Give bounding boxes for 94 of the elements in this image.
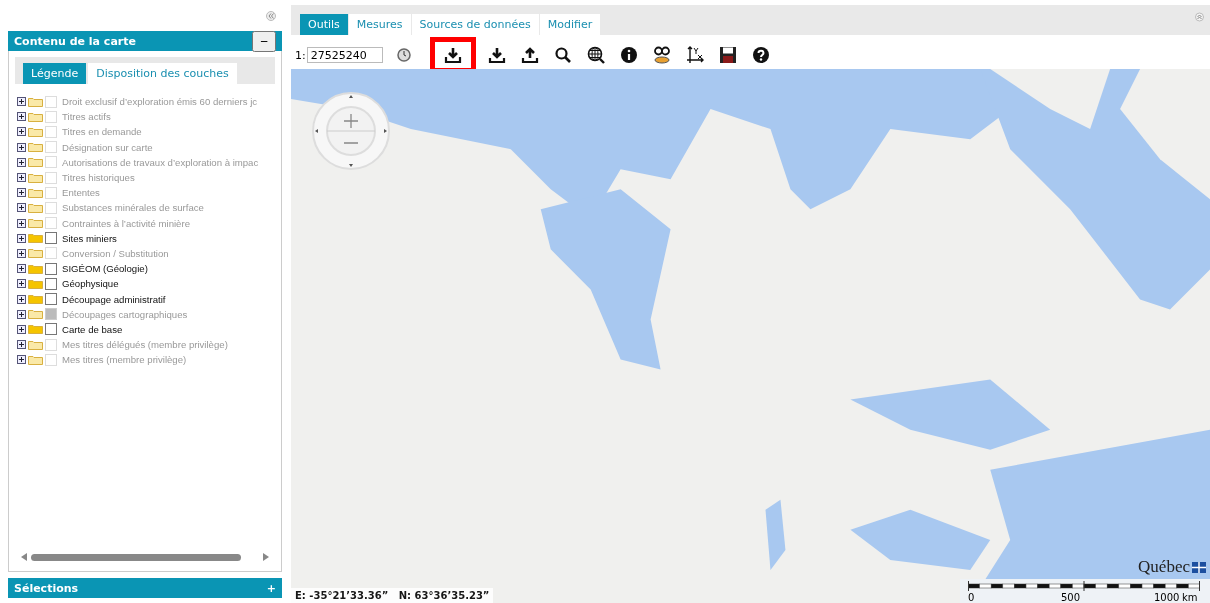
info-icon xyxy=(620,46,639,64)
expand-icon[interactable] xyxy=(17,127,26,137)
folder-icon xyxy=(28,324,43,335)
layer-name[interactable]: Géophysique xyxy=(62,278,119,290)
binoculars-icon xyxy=(653,46,672,64)
layer-name[interactable]: Contraintes à l’activité minière xyxy=(62,217,190,229)
expand-icon[interactable] xyxy=(17,157,26,167)
scroll-left-icon[interactable] xyxy=(21,553,27,561)
folder-icon xyxy=(28,218,43,229)
folder-icon xyxy=(28,339,43,350)
folder-icon xyxy=(28,354,43,365)
scale-label: km xyxy=(1182,592,1198,603)
folder-icon xyxy=(28,278,43,289)
flag-icon xyxy=(1192,561,1206,573)
layer-name[interactable]: Droit exclusif d’exploration émis 60 derniers jc xyxy=(62,96,258,108)
folder-icon xyxy=(28,233,43,244)
folder-icon xyxy=(28,96,43,107)
expand-icon[interactable] xyxy=(17,188,26,198)
expand-icon[interactable] xyxy=(17,294,26,304)
clock-icon xyxy=(395,46,414,64)
scale-prefix: 1: xyxy=(295,48,306,62)
layer-name[interactable]: Titres en demande xyxy=(62,126,142,138)
folder-icon xyxy=(28,309,43,320)
expand-icon[interactable] xyxy=(17,97,26,107)
layer-name[interactable]: Découpage administratif xyxy=(62,293,166,305)
coordinates-readout: E: -35°21’33.36” N: 63°36’35.23” xyxy=(291,588,494,603)
scrollbar-thumb[interactable] xyxy=(31,553,241,561)
folder-icon xyxy=(28,157,43,168)
legend-tab[interactable]: Disposition des couches xyxy=(88,63,237,84)
collapse-button[interactable]: − xyxy=(252,30,276,52)
expand-symbol[interactable]: + xyxy=(266,581,276,595)
layer-name[interactable]: Découpages cartographiques xyxy=(62,308,188,320)
scale-label: 500 xyxy=(1061,592,1081,603)
download-icon xyxy=(488,46,507,64)
help-icon xyxy=(752,46,771,64)
folder-icon xyxy=(28,294,43,305)
layer-name[interactable]: Ententes xyxy=(62,187,100,199)
expand-icon[interactable] xyxy=(17,142,26,152)
expand-icon[interactable] xyxy=(17,173,26,183)
folder-icon xyxy=(28,111,43,122)
expand-icon[interactable] xyxy=(17,112,26,122)
layer-name[interactable]: Désignation sur carte xyxy=(62,141,153,153)
search-icon xyxy=(554,46,573,64)
layer-name[interactable]: Sites miniers xyxy=(62,232,117,244)
folder-icon xyxy=(28,172,43,183)
scale-label: 0 xyxy=(968,592,975,603)
tool-tab[interactable]: Modifier xyxy=(539,14,602,35)
selections-header[interactable]: Sélections + xyxy=(8,578,282,598)
layer-checkbox[interactable] xyxy=(45,293,57,306)
panel-title: Contenu de la carte xyxy=(14,34,136,48)
layer-name[interactable]: Conversion / Substitution xyxy=(62,247,169,259)
layer-checkbox[interactable] xyxy=(45,277,57,290)
folder-icon xyxy=(28,142,43,153)
axes-icon xyxy=(686,46,705,64)
folder-icon xyxy=(28,202,43,213)
expand-icon[interactable] xyxy=(17,355,26,365)
layer-name[interactable]: Mes titres délégués (membre privilège) xyxy=(62,339,228,351)
scroll-right-icon[interactable] xyxy=(263,553,269,561)
expand-icon[interactable] xyxy=(17,340,26,350)
layer-checkbox[interactable] xyxy=(45,262,57,275)
expand-icon[interactable] xyxy=(17,279,26,289)
layer-name[interactable]: Mes titres (membre privilège) xyxy=(62,354,187,366)
layer-name[interactable]: SIGÉOM (Géologie) xyxy=(62,263,148,275)
layer-checkbox[interactable] xyxy=(45,232,57,245)
expand-icon[interactable] xyxy=(17,309,26,319)
folder-icon xyxy=(28,126,43,137)
tool-tab[interactable]: Sources de données xyxy=(411,14,540,35)
upload-icon xyxy=(521,46,540,64)
folder-icon xyxy=(28,187,43,198)
expand-icon[interactable] xyxy=(17,233,26,243)
layer-name[interactable]: Autorisations de travaux d’exploration à impac xyxy=(62,156,259,168)
expand-icon[interactable] xyxy=(17,264,26,274)
expand-icon[interactable] xyxy=(17,324,26,334)
download-icon xyxy=(443,46,462,64)
folder-icon xyxy=(28,248,43,259)
expand-icon[interactable] xyxy=(17,248,26,258)
layer-name[interactable]: Substances minérales de surface xyxy=(62,202,204,214)
selections-title: Sélections xyxy=(14,581,79,595)
tool-tab[interactable]: Mesures xyxy=(348,14,412,35)
layer-name[interactable]: Titres historiques xyxy=(62,172,135,184)
scale-field[interactable]: 27525240 xyxy=(306,47,383,63)
globe-icon xyxy=(587,46,606,64)
collapse-icon[interactable] xyxy=(266,10,276,21)
layer-checkbox[interactable] xyxy=(45,323,57,336)
expand-icon[interactable] xyxy=(17,203,26,213)
layer-checkbox[interactable] xyxy=(45,308,57,321)
scale-label: 1000 xyxy=(1154,592,1180,603)
layer-name[interactable]: Carte de base xyxy=(62,323,123,335)
expand-icon[interactable] xyxy=(17,218,26,228)
tool-tab[interactable]: Outils xyxy=(300,14,349,35)
layer-name[interactable]: Titres actifs xyxy=(62,111,111,123)
folder-icon xyxy=(28,263,43,274)
logo-wordmark: Québec xyxy=(1138,557,1190,577)
legend-tab[interactable]: Légende xyxy=(23,63,87,84)
